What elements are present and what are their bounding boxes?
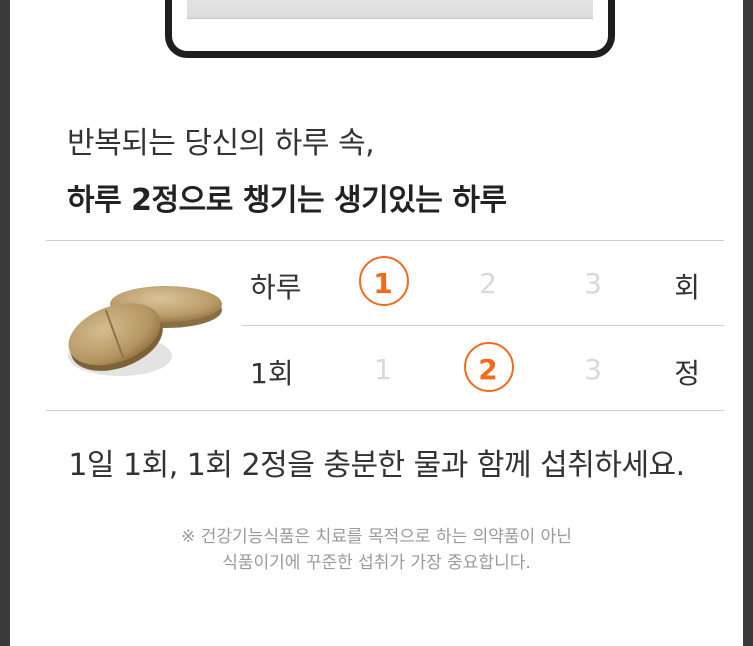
dosage-row-per-time: 1회 1 2 3 정 <box>250 338 720 398</box>
clipboard-clip-icon <box>165 0 615 58</box>
clipboard-clip-plate <box>187 0 593 19</box>
row-label-daily: 하루 <box>250 271 302 304</box>
per-time-option-2-selected: 2 <box>460 342 516 392</box>
table-divider-middle <box>242 325 724 326</box>
clipboard-board: 반복되는 당신의 하루 속, 하루 2정으로 챙기는 생기있는 하루 하루 1 … <box>10 0 743 646</box>
dosage-row-daily: 하루 1 2 3 회 <box>250 252 720 312</box>
daily-option-3: 3 <box>584 267 602 300</box>
intake-instruction: 1일 1회, 1회 2정을 충분한 물과 함께 섭취하세요. <box>68 448 685 483</box>
row-unit-tablets: 정 <box>674 357 700 390</box>
notice-line1: ※ 건강기능식품은 치료를 목적으로 하는 의약품이 아닌 <box>181 527 572 547</box>
row-label-per-time: 1회 <box>250 357 294 390</box>
per-time-option-3: 3 <box>584 353 602 386</box>
per-time-option-1: 1 <box>374 353 392 386</box>
daily-option-1-selected: 1 <box>355 256 411 306</box>
table-divider-top <box>46 240 724 241</box>
row-unit-times: 회 <box>674 271 700 304</box>
headline-line2: 하루 2정으로 챙기는 생기있는 하루 <box>67 183 507 218</box>
tablet-pills-image <box>68 286 222 376</box>
headline-line1: 반복되는 당신의 하루 속, <box>67 126 375 161</box>
table-divider-bottom <box>46 410 724 411</box>
daily-option-2: 2 <box>479 267 497 300</box>
notice-line2: 식품이기에 꾸준한 섭취가 가장 중요합니다. <box>222 553 531 573</box>
